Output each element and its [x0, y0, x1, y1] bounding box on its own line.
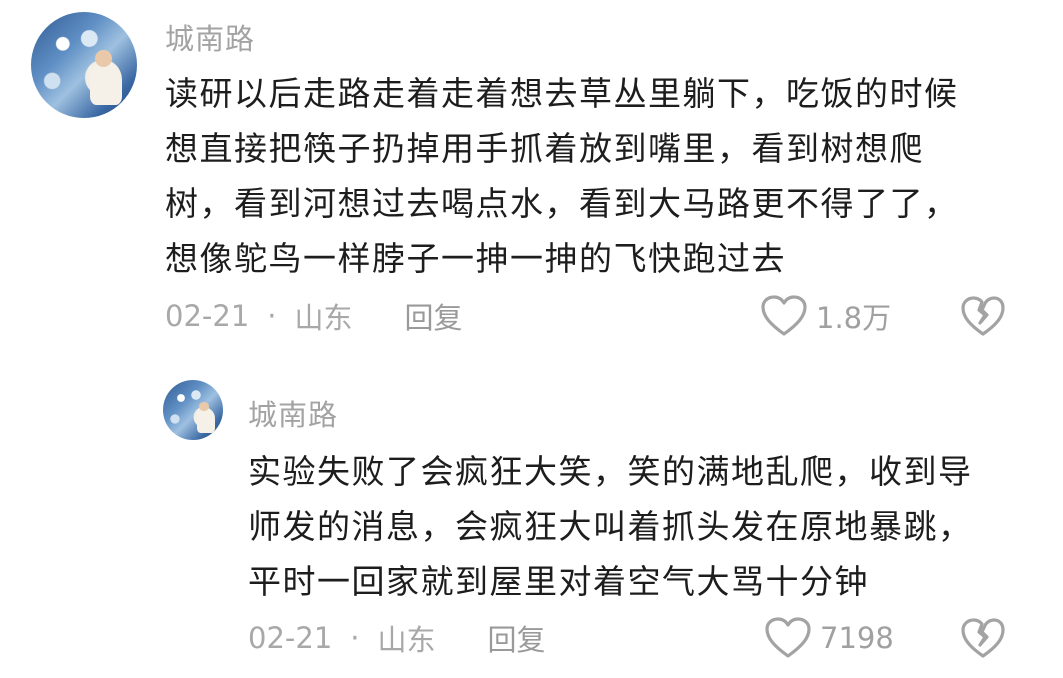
avatar[interactable]: [31, 12, 137, 118]
comment-username[interactable]: 城南路: [248, 392, 338, 434]
like-count: 1.8万: [816, 301, 892, 335]
heart-outline-icon: [764, 616, 812, 660]
like-count: 7198: [820, 621, 894, 655]
comment-text: 实验失败了会疯狂大笑，笑的满地乱爬，收到导 师发的消息，会疯狂大叫着抓头发在原地…: [248, 452, 973, 601]
comment-text: 读研以后走路走着走着想去草丛里躺下，吃饭的时候 想直接把筷子扔掉用手抓着放到嘴里…: [165, 74, 959, 278]
comment-meta: 02-21 · 山东 回复: [165, 296, 463, 336]
heart-outline-icon: [760, 294, 808, 338]
meta-separator: ·: [267, 299, 277, 333]
dislike-button[interactable]: [960, 294, 1006, 338]
like-button[interactable]: 7198: [764, 616, 894, 660]
meta-separator: ·: [350, 621, 360, 655]
comment-date: 02-21: [248, 621, 333, 655]
comment-location: 山东: [294, 301, 353, 335]
comment-date: 02-21: [165, 299, 250, 333]
broken-heart-icon: [960, 617, 1006, 659]
comment-item: 城南路 读研以后走路走着走着想去草丛里躺下，吃饭的时候 想直接把筷子扔掉用手抓着…: [0, 0, 1063, 360]
comment-location: 山东: [377, 623, 436, 657]
comment-username[interactable]: 城南路: [165, 16, 255, 58]
broken-heart-icon: [960, 295, 1006, 337]
comment-meta: 02-21 · 山东 回复: [248, 618, 546, 658]
like-button[interactable]: 1.8万: [760, 294, 891, 338]
reply-button[interactable]: 回复: [488, 617, 546, 659]
reply-comment-item: 城南路 实验失败了会疯狂大笑，笑的满地乱爬，收到导 师发的消息，会疯狂大叫着抓头…: [0, 360, 1063, 678]
reply-button[interactable]: 回复: [405, 295, 463, 337]
dislike-button[interactable]: [960, 616, 1006, 660]
avatar[interactable]: [163, 380, 223, 440]
